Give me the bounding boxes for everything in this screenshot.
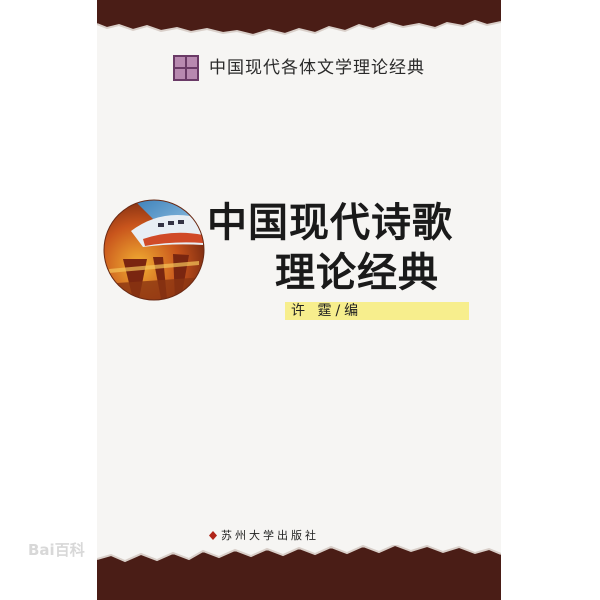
top-torn-band [97, 0, 501, 37]
book-title-line-1: 中国现代诗歌 [207, 199, 453, 246]
bottom-torn-band [97, 545, 501, 600]
publisher-mark-icon [209, 531, 217, 540]
series-logo [173, 55, 199, 81]
page: 中国现代各体文学理论经典 中国现代诗歌 理论经典 许 霆/编 苏州大学出版社 B… [0, 0, 600, 600]
baidu-watermark: Bai百科 [28, 541, 85, 559]
series-title: 中国现代各体文学理论经典 [209, 58, 425, 78]
book-cover: 中国现代各体文学理论经典 中国现代诗歌 理论经典 许 霆/编 苏州大学出版社 [97, 0, 501, 600]
editor-credit: 许 霆/编 [291, 303, 363, 319]
circular-cover-image [103, 199, 205, 301]
publisher-name: 苏州大学出版社 [221, 529, 319, 542]
book-title-line-2: 理论经典 [275, 249, 439, 296]
